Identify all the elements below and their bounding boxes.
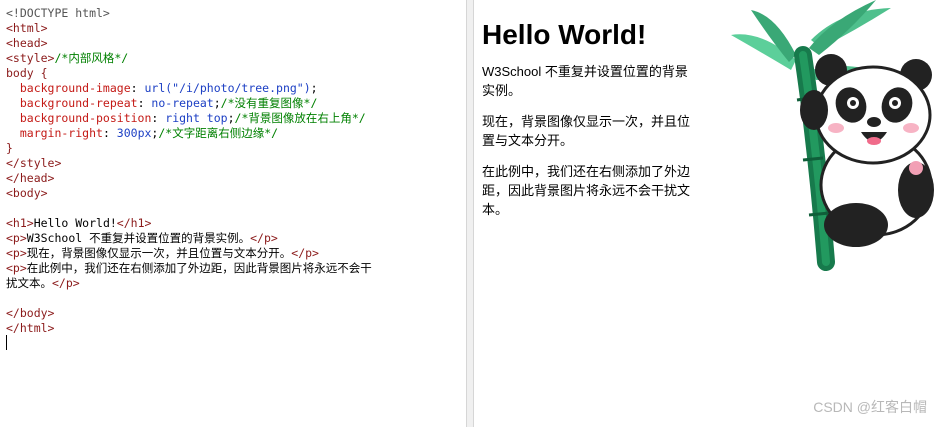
code-token: ; <box>227 111 235 125</box>
code-token: url("/i/photo/tree.png") <box>144 81 311 95</box>
preview-heading: Hello World! <box>482 19 647 50</box>
code-token: 扰文本。 <box>6 276 52 290</box>
code-token: 现在，背景图像仅显示一次，并且位置与文本分开。 <box>26 246 292 260</box>
code-line: <style>/*内部风格*/ <box>6 51 372 66</box>
code-line: </html> <box>6 321 372 336</box>
code-line: <html> <box>6 21 372 36</box>
preview-content: Hello World! W3School 不重复并设置位置的背景实例。 现在，… <box>482 10 692 231</box>
code-line: <p>现在，背景图像仅显示一次，并且位置与文本分开。</p> <box>6 246 372 261</box>
code-line: background-repeat: no-repeat;/*没有重复图像*/ <box>6 96 372 111</box>
code-line: <p>在此例中，我们还在右侧添加了外边距，因此背景图片将永远不会干 <box>6 261 372 276</box>
code-line: <h1>Hello World!</h1> <box>6 216 372 231</box>
code-line: background-image: url("/i/photo/tree.png… <box>6 81 372 96</box>
code-token: margin-right <box>6 126 103 140</box>
preview-paragraph-2: 现在，背景图像仅显示一次，并且位置与文本分开。 <box>482 114 691 148</box>
code-editor[interactable]: <!DOCTYPE html> <html> <head> <style>/*内部风格… <box>0 0 466 427</box>
code-token: : <box>102 126 117 140</box>
code-line: <body> <box>6 186 372 201</box>
code-line: } <box>6 141 372 156</box>
code-line: body { <box>6 66 372 81</box>
code-line: </body> <box>6 306 372 321</box>
code-token: : <box>130 81 145 95</box>
code-token: </body> <box>6 306 55 320</box>
code-token: /*背景图像放在右上角*/ <box>234 111 366 125</box>
code-token: ; <box>310 81 318 95</box>
code-token: : <box>137 96 152 110</box>
code-token: </html> <box>6 321 55 335</box>
code-token: </h1> <box>116 216 152 230</box>
code-line: <p>W3School 不重复并设置位置的背景实例。</p> <box>6 231 372 246</box>
panda-on-bamboo-illustration <box>731 0 934 271</box>
code-token: </p> <box>250 231 278 245</box>
preview-pane: Hello World! W3School 不重复并设置位置的背景实例。 现在，… <box>474 0 941 427</box>
code-text[interactable]: <!DOCTYPE html> <html> <head> <style>/*内部风格… <box>6 6 372 336</box>
code-token: ; <box>213 96 221 110</box>
preview-paragraph-1: W3School 不重复并设置位置的背景实例。 <box>482 64 688 98</box>
code-token: </style> <box>6 156 62 170</box>
code-token: /*内部风格*/ <box>54 51 129 65</box>
code-token: <html> <box>6 21 48 35</box>
code-line: margin-right: 300px;/*文字距离右侧边缘*/ <box>6 126 372 141</box>
code-token: background-repeat <box>6 96 138 110</box>
code-token: /*文字距离右侧边缘*/ <box>158 126 279 140</box>
code-token: /*没有重复图像*/ <box>220 96 318 110</box>
code-token: : <box>151 111 166 125</box>
code-line: background-position: right top;/*背景图像放在右… <box>6 111 372 126</box>
code-line: <!DOCTYPE html> <box>6 6 372 21</box>
code-token: <head> <box>6 36 48 50</box>
code-line: </style> <box>6 156 372 171</box>
csdn-watermark: CSDN @红客白帽 <box>813 399 927 415</box>
code-token: <h1> <box>6 216 34 230</box>
code-token: background-position <box>6 111 152 125</box>
code-token: } <box>6 141 13 155</box>
text-cursor <box>6 335 7 350</box>
code-token: background-image <box>6 81 131 95</box>
preview-paragraph-3: 在此例中，我们还在右侧添加了外边距，因此背景图片将永远不会干扰文本。 <box>482 164 691 217</box>
code-token: </p> <box>52 276 80 290</box>
code-token: <!DOCTYPE html> <box>6 6 110 20</box>
code-token: <p> <box>6 261 27 275</box>
code-token: <p> <box>6 231 27 245</box>
code-token: body { <box>6 66 48 80</box>
code-token: </p> <box>291 246 319 260</box>
code-token: no-repeat <box>151 96 214 110</box>
code-line: </head> <box>6 171 372 186</box>
code-token: W3School 不重复并设置位置的背景实例。 <box>26 231 251 245</box>
code-token: <body> <box>6 186 48 200</box>
code-token: right top <box>165 111 228 125</box>
code-token: Hello World! <box>33 216 117 230</box>
code-token: </head> <box>6 171 55 185</box>
code-token: <p> <box>6 246 27 260</box>
code-token: 在此例中，我们还在右侧添加了外边距，因此背景图片将永远不会干 <box>26 261 372 275</box>
code-token: <style> <box>6 51 55 65</box>
code-token: 300px <box>116 126 152 140</box>
pane-splitter[interactable] <box>466 0 474 427</box>
code-line: <head> <box>6 36 372 51</box>
code-line: 扰文本。</p> <box>6 276 372 291</box>
